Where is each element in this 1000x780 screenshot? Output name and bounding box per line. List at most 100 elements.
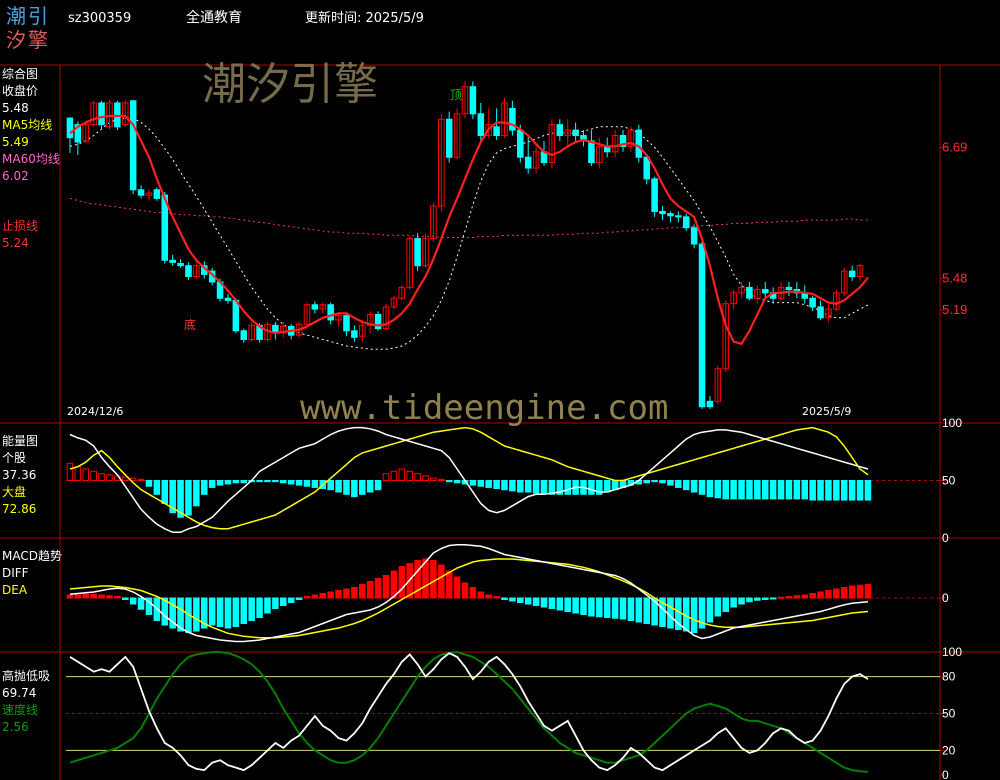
energy-bar — [761, 480, 769, 500]
energy-bar — [280, 480, 287, 484]
candle-body-down — [817, 306, 824, 319]
speed-line-value: 2.56 — [2, 720, 29, 734]
macd-bar — [137, 597, 145, 610]
hilo-tick-label: 0 — [942, 768, 949, 780]
macd-bar — [667, 597, 674, 629]
stop-loss-line — [69, 117, 869, 350]
energy-bar — [840, 480, 848, 501]
energy-bar — [240, 480, 248, 484]
candle-body-down — [240, 330, 248, 340]
energy-bar — [659, 480, 666, 484]
energy-bar — [390, 470, 398, 481]
macd-bar — [509, 597, 516, 602]
candle-body-down — [129, 100, 137, 191]
energy-bar — [382, 473, 390, 482]
hilo-line — [69, 652, 869, 772]
macd-bar — [532, 597, 540, 606]
energy-bar — [706, 480, 714, 498]
energy-bar — [145, 480, 153, 487]
energy-bar — [256, 480, 263, 483]
close-value: 5.48 — [2, 101, 29, 115]
energy-bar — [153, 480, 161, 495]
energy-bar — [682, 480, 690, 491]
macd-bar — [580, 597, 587, 615]
macd-bar — [588, 597, 595, 617]
macd-bar — [754, 597, 761, 601]
energy-market-label: 大盘 — [2, 485, 27, 499]
macd-bar — [517, 597, 524, 603]
stop-loss-label: 止损线 — [2, 219, 39, 233]
macd-bar — [817, 591, 824, 599]
ma60-value: 6.02 — [2, 169, 29, 183]
energy-bar — [848, 480, 856, 501]
macd-bar — [382, 575, 390, 599]
macd-bar — [635, 597, 643, 623]
energy-bar — [540, 480, 548, 494]
candle-body-down — [635, 129, 643, 158]
macd-bar — [848, 585, 856, 599]
candle-body-down — [66, 117, 74, 139]
macd-bar — [730, 597, 737, 608]
energy-bar — [469, 480, 477, 486]
energy-bar — [817, 480, 824, 501]
axis-ticks: 6.69 5.48 5.19 100 50 0 0 100 80 50 20 0 — [940, 139, 967, 780]
macd-bar — [825, 590, 832, 599]
energy-bar — [406, 470, 413, 481]
macd-bar — [272, 597, 279, 609]
candle-body-down — [785, 286, 793, 291]
macd-bar — [430, 560, 437, 599]
energy-bar — [106, 474, 113, 481]
energy-market-value: 72.86 — [2, 502, 37, 516]
candle-body-down — [153, 189, 161, 199]
macd-bar — [351, 587, 358, 599]
macd-bar — [777, 596, 785, 599]
macd-bar — [121, 597, 129, 600]
macd-bar — [793, 595, 801, 599]
candle-body-down — [469, 86, 477, 115]
macd-bar — [319, 593, 327, 599]
macd-bar — [540, 597, 548, 608]
ma-trend-line — [69, 114, 869, 346]
macd-panel-title: MACD趋势 — [2, 549, 62, 563]
energy-bar — [730, 480, 737, 500]
energy-bar — [675, 480, 682, 488]
macd-bar — [453, 576, 461, 599]
energy-bar — [414, 473, 421, 482]
candle-body-down — [311, 304, 319, 310]
energy-bar — [90, 470, 97, 481]
candle-body-down — [761, 289, 769, 294]
energy-bar — [524, 480, 532, 493]
date-end: 2025/5/9 — [802, 405, 852, 418]
macd-bar — [224, 597, 232, 629]
macd-bar — [596, 597, 603, 618]
energy-bar — [343, 480, 350, 495]
energy-bar — [366, 480, 374, 493]
macd-bar — [343, 588, 350, 599]
macd-bar — [809, 593, 816, 599]
macd-bar — [643, 597, 650, 624]
energy-bar — [603, 480, 611, 493]
macd-bar — [801, 594, 809, 599]
energy-bar — [66, 462, 74, 481]
candle-body-down — [682, 216, 690, 229]
energy-bar — [651, 480, 658, 483]
energy-bar — [477, 480, 485, 487]
macd-bar — [240, 597, 248, 624]
ma5-value: 5.49 — [2, 135, 29, 149]
macd-bar — [335, 590, 342, 599]
macd-bar — [524, 597, 532, 605]
energy-bar — [777, 480, 785, 500]
candle-body-down — [706, 400, 714, 408]
macd-bar — [619, 597, 627, 620]
macd-panel-marks — [66, 544, 872, 643]
candle-body-down — [477, 113, 485, 137]
macd-bar — [469, 587, 477, 599]
macd-bar — [564, 597, 571, 612]
energy-bar — [517, 480, 524, 493]
energy-bar — [272, 480, 279, 483]
candle-body-down — [493, 126, 500, 137]
energy-bar — [216, 480, 224, 486]
url-watermark: www.tideengine.com — [300, 388, 669, 428]
macd-bar — [611, 597, 619, 619]
macd-bar — [295, 597, 303, 600]
